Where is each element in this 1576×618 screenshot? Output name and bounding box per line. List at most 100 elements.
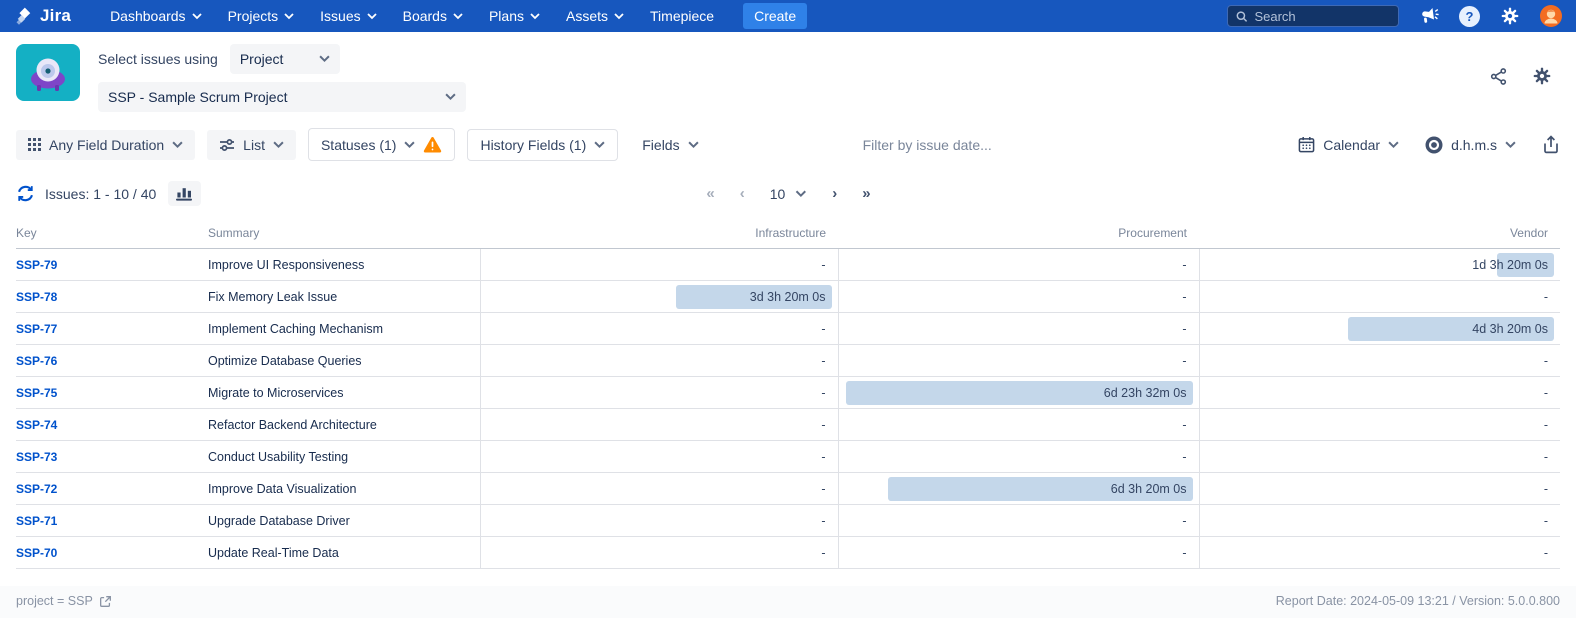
jql-link[interactable]: project = SSP xyxy=(16,594,112,608)
time-format-select[interactable]: d.h.m.s xyxy=(1425,136,1516,154)
issue-date-filter-input[interactable] xyxy=(863,137,1073,153)
sliders-icon xyxy=(219,138,235,152)
report-settings-gear-icon[interactable] xyxy=(1532,66,1552,86)
issues-bar: Issues: 1 - 10 / 40 « ‹ 10 › » xyxy=(0,161,1576,218)
calendar-label: Calendar xyxy=(1323,137,1380,153)
grid-icon xyxy=(28,138,41,151)
issue-source-mode-value: Project xyxy=(240,51,284,67)
duration-value: - xyxy=(1544,450,1548,464)
duration-format-icon xyxy=(1425,136,1443,154)
pagination: « ‹ 10 › » xyxy=(706,185,869,202)
duration-value: - xyxy=(1544,386,1548,400)
view-type-select[interactable]: List xyxy=(207,130,296,160)
report-header: Select issues using Project SSP - Sample… xyxy=(0,32,1576,112)
create-button[interactable]: Create xyxy=(743,3,807,29)
user-avatar[interactable] xyxy=(1540,5,1562,27)
issue-key-link[interactable]: SSP-76 xyxy=(16,345,208,377)
issue-summary: Upgrade Database Driver xyxy=(208,505,480,537)
announcements-icon[interactable] xyxy=(1419,7,1439,25)
duration-cell-vendor: - xyxy=(1199,441,1560,473)
jira-logo[interactable]: Jira xyxy=(14,6,71,26)
first-page-icon[interactable]: « xyxy=(706,185,713,202)
fields-label: Fields xyxy=(642,137,679,153)
duration-cell-infrastructure: - xyxy=(480,313,838,345)
refresh-icon[interactable] xyxy=(16,184,35,203)
history-fields-select[interactable]: History Fields (1) xyxy=(467,129,618,161)
column-header-procurement[interactable]: Procurement xyxy=(838,218,1199,249)
issue-source-mode-select[interactable]: Project xyxy=(230,44,340,74)
column-header-summary[interactable]: Summary xyxy=(208,218,480,249)
duration-value: - xyxy=(1182,450,1186,464)
issue-key-link[interactable]: SSP-75 xyxy=(16,377,208,409)
calendar-select[interactable]: Calendar xyxy=(1298,136,1399,153)
issue-key-link[interactable]: SSP-71 xyxy=(16,505,208,537)
next-page-icon[interactable]: › xyxy=(832,185,836,202)
previous-page-icon[interactable]: ‹ xyxy=(740,185,744,202)
nav-item-issues[interactable]: Issues xyxy=(307,8,389,24)
issue-key-link[interactable]: SSP-74 xyxy=(16,409,208,441)
help-icon[interactable]: ? xyxy=(1459,6,1480,27)
nav-item-label: Projects xyxy=(228,8,279,24)
field-duration-select[interactable]: Any Field Duration xyxy=(16,130,195,160)
duration-value: 1d 3h 20m 0s xyxy=(1472,258,1548,272)
issue-key-link[interactable]: SSP-79 xyxy=(16,249,208,281)
jira-logo-icon xyxy=(14,6,34,26)
nav-item-plans[interactable]: Plans xyxy=(476,8,553,24)
chevron-down-icon xyxy=(404,141,415,149)
issue-key-link[interactable]: SSP-72 xyxy=(16,473,208,505)
issue-summary: Optimize Database Queries xyxy=(208,345,480,377)
chevron-down-icon xyxy=(453,13,463,20)
chevron-down-icon xyxy=(172,141,183,149)
share-icon[interactable] xyxy=(1489,67,1508,86)
duration-value: - xyxy=(1544,290,1548,304)
last-page-icon[interactable]: » xyxy=(862,185,869,202)
duration-value: - xyxy=(821,258,825,272)
settings-gear-icon[interactable] xyxy=(1500,6,1520,26)
table-row: SSP-74Refactor Backend Architecture--- xyxy=(16,409,1560,441)
nav-item-dashboards[interactable]: Dashboards xyxy=(97,8,215,24)
table-row: SSP-75Migrate to Microservices-6d 23h 32… xyxy=(16,377,1560,409)
statuses-select[interactable]: Statuses (1) xyxy=(308,128,455,161)
nav-item-boards[interactable]: Boards xyxy=(390,8,476,24)
chevron-down-icon xyxy=(284,13,294,20)
chevron-down-icon xyxy=(1505,141,1516,149)
column-header-vendor[interactable]: Vendor xyxy=(1199,218,1560,249)
nav-item-projects[interactable]: Projects xyxy=(215,8,308,24)
duration-value: - xyxy=(1182,258,1186,272)
duration-value: 6d 3h 20m 0s xyxy=(1111,482,1187,496)
global-search[interactable] xyxy=(1227,5,1399,27)
search-input[interactable] xyxy=(1254,9,1390,24)
search-icon xyxy=(1236,10,1247,23)
duration-value: - xyxy=(821,386,825,400)
export-icon[interactable] xyxy=(1542,135,1560,154)
fields-select[interactable]: Fields xyxy=(630,130,710,160)
column-header-key[interactable]: Key xyxy=(16,218,208,249)
table-row: SSP-73Conduct Usability Testing--- xyxy=(16,441,1560,473)
issue-key-link[interactable]: SSP-77 xyxy=(16,313,208,345)
duration-cell-procurement: 6d 3h 20m 0s xyxy=(838,473,1199,505)
nav-item-label: Plans xyxy=(489,8,524,24)
chevron-down-icon xyxy=(530,13,540,20)
external-link-icon xyxy=(99,595,112,608)
toolbar-right: Calendar d.h.m.s xyxy=(1298,135,1560,154)
page-size-select[interactable]: 10 xyxy=(770,186,807,202)
issue-source-selectors: Select issues using Project SSP - Sample… xyxy=(98,44,466,112)
issue-key-link[interactable]: SSP-73 xyxy=(16,441,208,473)
issue-key-link[interactable]: SSP-70 xyxy=(16,537,208,569)
nav-item-timepiece[interactable]: Timepiece xyxy=(637,8,727,24)
duration-cell-infrastructure: - xyxy=(480,441,838,473)
duration-cell-procurement: - xyxy=(838,505,1199,537)
issues-table-body: SSP-79Improve UI Responsiveness--1d 3h 2… xyxy=(16,249,1560,569)
issue-key-link[interactable]: SSP-78 xyxy=(16,281,208,313)
duration-value: - xyxy=(1182,290,1186,304)
statuses-label: Statuses (1) xyxy=(321,137,396,153)
chart-view-icon[interactable] xyxy=(168,181,201,206)
nav-menu: Dashboards Projects Issues Boards Plans … xyxy=(97,8,727,24)
project-select[interactable]: SSP - Sample Scrum Project xyxy=(98,82,466,112)
duration-value: - xyxy=(821,450,825,464)
top-navbar: Jira Dashboards Projects Issues Boards P… xyxy=(0,0,1576,32)
nav-item-assets[interactable]: Assets xyxy=(553,8,637,24)
duration-value: - xyxy=(1544,418,1548,432)
duration-value: - xyxy=(821,482,825,496)
column-header-infrastructure[interactable]: Infrastructure xyxy=(480,218,838,249)
